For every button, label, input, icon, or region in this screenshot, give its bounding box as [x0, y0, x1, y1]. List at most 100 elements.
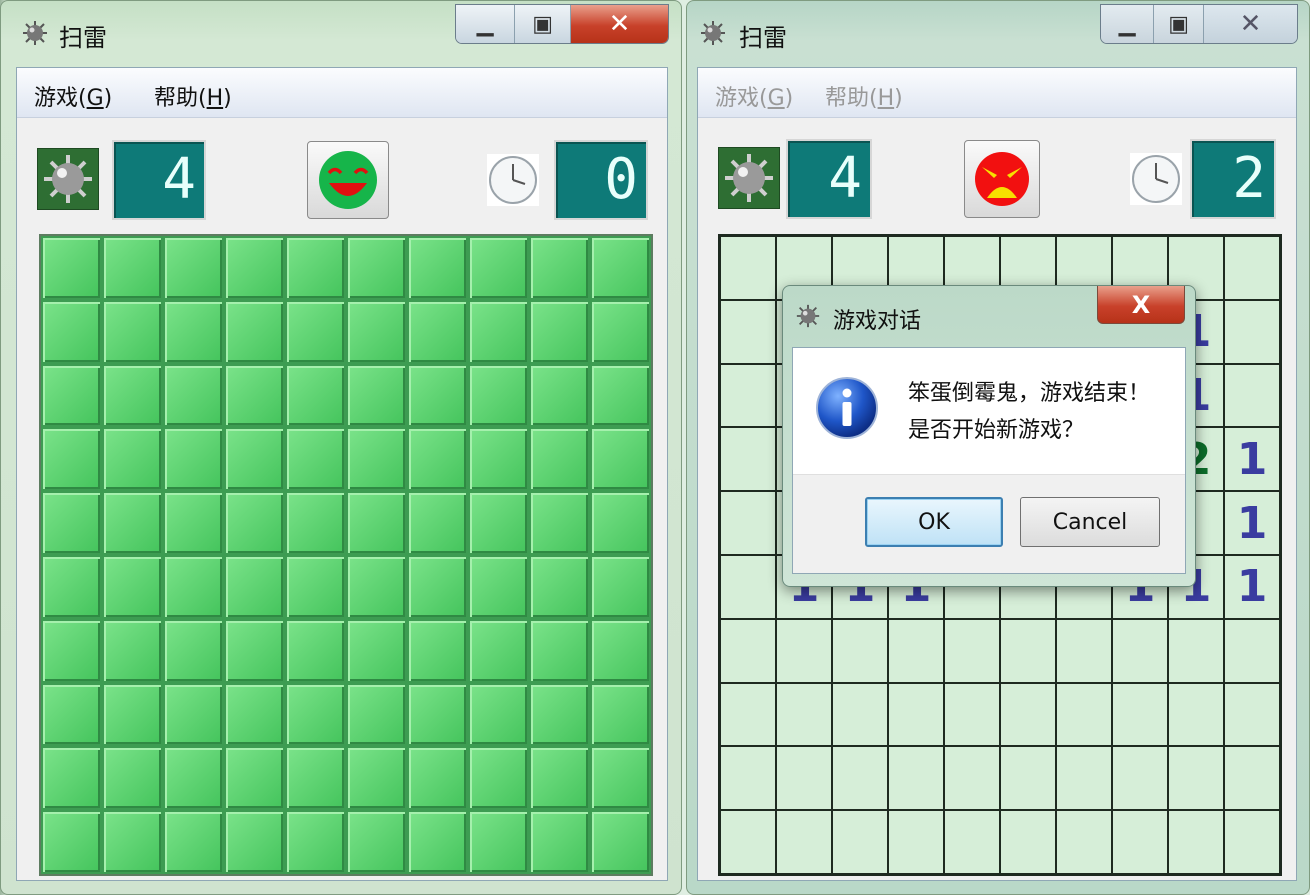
mine-cell[interactable]: [468, 427, 529, 492]
mine-cell[interactable]: [468, 299, 529, 364]
mine-cell[interactable]: [529, 746, 590, 811]
mine-cell[interactable]: [720, 236, 776, 300]
mine-cell[interactable]: [720, 363, 776, 428]
menu-help[interactable]: 帮助(H): [154, 80, 232, 112]
mine-cell[interactable]: [888, 746, 944, 811]
mine-cell[interactable]: [346, 682, 407, 747]
mine-cell[interactable]: [41, 746, 102, 811]
close-button[interactable]: ✕: [1203, 5, 1297, 43]
minimize-button[interactable]: ▁: [456, 5, 516, 43]
mine-cell[interactable]: [163, 363, 224, 428]
mine-cell[interactable]: [832, 746, 888, 811]
title-bar[interactable]: 扫雷 ▁ ▣ ✕: [687, 1, 1309, 63]
mine-cell[interactable]: [1224, 682, 1280, 747]
mine-cell[interactable]: [102, 682, 163, 747]
mine-cell[interactable]: [224, 299, 285, 364]
mine-cell[interactable]: [720, 491, 776, 555]
mine-cell[interactable]: [407, 810, 468, 874]
mine-cell[interactable]: [407, 491, 468, 555]
mine-cell[interactable]: [529, 554, 590, 619]
mine-cell[interactable]: [720, 746, 776, 811]
mine-cell[interactable]: [944, 682, 1000, 747]
mine-cell[interactable]: [1168, 810, 1224, 874]
mine-cell[interactable]: [720, 618, 776, 683]
mine-cell[interactable]: [163, 682, 224, 747]
mine-cell[interactable]: [529, 810, 590, 874]
mine-cell[interactable]: [41, 427, 102, 492]
mine-cell[interactable]: [102, 554, 163, 619]
mine-cell[interactable]: [346, 363, 407, 428]
mine-cell[interactable]: [1168, 618, 1224, 683]
mine-cell[interactable]: [163, 491, 224, 555]
mine-cell[interactable]: [285, 427, 346, 492]
mine-cell[interactable]: [224, 427, 285, 492]
mine-cell[interactable]: [776, 810, 832, 874]
mine-cell[interactable]: [529, 618, 590, 683]
mine-cell[interactable]: [224, 236, 285, 300]
maximize-button[interactable]: ▣: [1154, 5, 1204, 43]
mine-cell[interactable]: [163, 746, 224, 811]
mine-cell[interactable]: [407, 746, 468, 811]
mine-cell[interactable]: [224, 746, 285, 811]
mine-cell[interactable]: [285, 682, 346, 747]
mine-cell[interactable]: [720, 554, 776, 619]
mine-cell[interactable]: [468, 746, 529, 811]
mine-cell[interactable]: [163, 299, 224, 364]
mine-cell[interactable]: [224, 363, 285, 428]
mine-cell[interactable]: [407, 554, 468, 619]
mine-cell[interactable]: [41, 491, 102, 555]
mine-cell[interactable]: [285, 810, 346, 874]
mine-cell[interactable]: [407, 682, 468, 747]
mine-cell[interactable]: [1056, 682, 1112, 747]
mine-cell[interactable]: [888, 810, 944, 874]
title-bar[interactable]: 扫雷 ▁ ▣ ✕: [1, 1, 681, 63]
mine-cell[interactable]: [468, 491, 529, 555]
mine-cell[interactable]: [776, 682, 832, 747]
mine-cell[interactable]: [285, 554, 346, 619]
mine-cell[interactable]: [285, 299, 346, 364]
mine-cell[interactable]: [407, 363, 468, 428]
mine-cell[interactable]: [1056, 810, 1112, 874]
mine-cell[interactable]: [346, 618, 407, 683]
mine-cell[interactable]: [1112, 810, 1168, 874]
mine-cell[interactable]: [590, 427, 651, 492]
mine-cell[interactable]: [720, 299, 776, 364]
mine-cell[interactable]: [1168, 682, 1224, 747]
mine-cell[interactable]: [41, 810, 102, 874]
mine-cell[interactable]: [776, 618, 832, 683]
mine-cell[interactable]: [41, 554, 102, 619]
mine-cell[interactable]: [1112, 746, 1168, 811]
mine-cell[interactable]: [468, 682, 529, 747]
face-button[interactable]: [964, 140, 1040, 218]
mine-cell[interactable]: [944, 618, 1000, 683]
mine-cell[interactable]: [407, 236, 468, 300]
mine-cell[interactable]: [590, 682, 651, 747]
mine-cell[interactable]: [590, 810, 651, 874]
mine-cell[interactable]: [529, 682, 590, 747]
mine-cell[interactable]: [163, 618, 224, 683]
mine-cell[interactable]: [1224, 236, 1280, 300]
mine-cell[interactable]: [1056, 618, 1112, 683]
mine-cell[interactable]: 1: [1224, 427, 1280, 492]
mine-cell[interactable]: [224, 491, 285, 555]
mine-cell[interactable]: [1224, 299, 1280, 364]
mine-cell[interactable]: [41, 236, 102, 300]
mine-cell[interactable]: [163, 236, 224, 300]
mine-cell[interactable]: [590, 491, 651, 555]
minimize-button[interactable]: ▁: [1101, 5, 1155, 43]
mine-cell[interactable]: 1: [1224, 554, 1280, 619]
mine-cell[interactable]: [163, 427, 224, 492]
mine-cell[interactable]: [163, 810, 224, 874]
mine-cell[interactable]: [285, 363, 346, 428]
mine-cell[interactable]: [102, 810, 163, 874]
mine-cell[interactable]: [944, 746, 1000, 811]
mine-cell[interactable]: 1: [1224, 491, 1280, 555]
mine-cell[interactable]: [1224, 618, 1280, 683]
mine-cell[interactable]: [720, 427, 776, 492]
mine-cell[interactable]: [720, 810, 776, 874]
close-button[interactable]: ✕: [570, 5, 668, 43]
mine-cell[interactable]: [468, 363, 529, 428]
mine-cell[interactable]: [529, 363, 590, 428]
mine-cell[interactable]: [1000, 682, 1056, 747]
mine-cell[interactable]: [346, 427, 407, 492]
